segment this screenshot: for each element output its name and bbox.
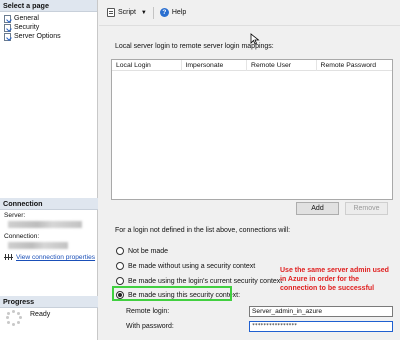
password-input[interactable]: **************** [249,321,393,332]
password-label: With password: [126,323,174,330]
toolbar: Script ▼ ? Help [99,0,400,26]
status-text: Ready [30,311,51,318]
server-label: Server: [4,212,26,219]
radio-label: Be made without using a security context [128,262,256,270]
page-icon [4,15,11,23]
help-label: Help [171,9,187,16]
help-icon: ? [159,8,169,17]
spinner-icon [6,310,22,326]
left-pane: Select a page General Security Server Op… [0,0,98,340]
page-item-server-options[interactable]: Server Options [0,32,97,41]
radio-not-be-made[interactable]: Not be made [116,247,168,255]
connection-header: Connection [0,198,98,210]
radio-button[interactable] [116,262,124,270]
radio-label: Be made using the login's current securi… [128,277,283,285]
mappings-label: Local server login to remote server logi… [115,43,274,50]
main-pane: Script ▼ ? Help Local server login to re… [99,0,400,340]
annotation-note: Use the same server admin used in Azure … [280,267,389,292]
select-page-header: Select a page [0,0,97,12]
column-header-remote-user[interactable]: Remote User [247,59,317,71]
progress-header: Progress [0,296,98,308]
remove-button[interactable]: Remove [345,202,388,215]
context-label: For a login not defined in the list abov… [115,227,291,234]
radio-no-security-context[interactable]: Be made without using a security context [116,262,255,270]
radio-button[interactable] [116,277,124,285]
radio-label: Not be made [128,247,169,255]
connection-label: Connection: [4,233,40,240]
remote-login-input[interactable]: Server_admin_in_azure [249,306,393,317]
toolbar-separator [152,6,154,19]
view-connection-properties-link[interactable]: View connection properties [16,254,95,261]
connection-value-redacted [8,242,68,249]
highlight-box [112,286,232,301]
page-item-label: Server Options [14,33,61,40]
login-mappings-grid[interactable]: Local Login Impersonate Remote User Remo… [111,59,393,200]
connection-details: Server: Connection: View connection prop… [4,212,96,261]
script-label: Script [118,9,136,16]
progress-status: Ready [6,310,50,326]
add-button[interactable]: Add [296,202,339,215]
view-connection-properties[interactable]: View connection properties [4,254,96,261]
page-icon [4,33,11,41]
server-value-redacted [8,221,82,228]
page-icon [4,24,11,32]
remote-login-label: Remote login: [126,308,170,315]
column-header-local-login[interactable]: Local Login [112,59,182,71]
grid-header: Local Login Impersonate Remote User Remo… [112,59,392,71]
page-item-label: Security [14,24,40,31]
page-item-general[interactable]: General [0,14,97,23]
network-icon [4,254,13,261]
radio-current-security-context[interactable]: Be made using the login's current securi… [116,277,282,285]
page-item-security[interactable]: Security [0,23,97,32]
radio-button[interactable] [116,247,124,255]
script-icon [107,8,115,17]
help-button[interactable]: ? Help [159,8,187,17]
page-item-label: General [14,15,39,22]
column-header-remote-password[interactable]: Remote Password [317,60,392,71]
chevron-down-icon[interactable]: ▼ [141,10,147,16]
script-button[interactable]: Script ▼ [107,8,147,17]
column-header-impersonate[interactable]: Impersonate [182,59,248,71]
